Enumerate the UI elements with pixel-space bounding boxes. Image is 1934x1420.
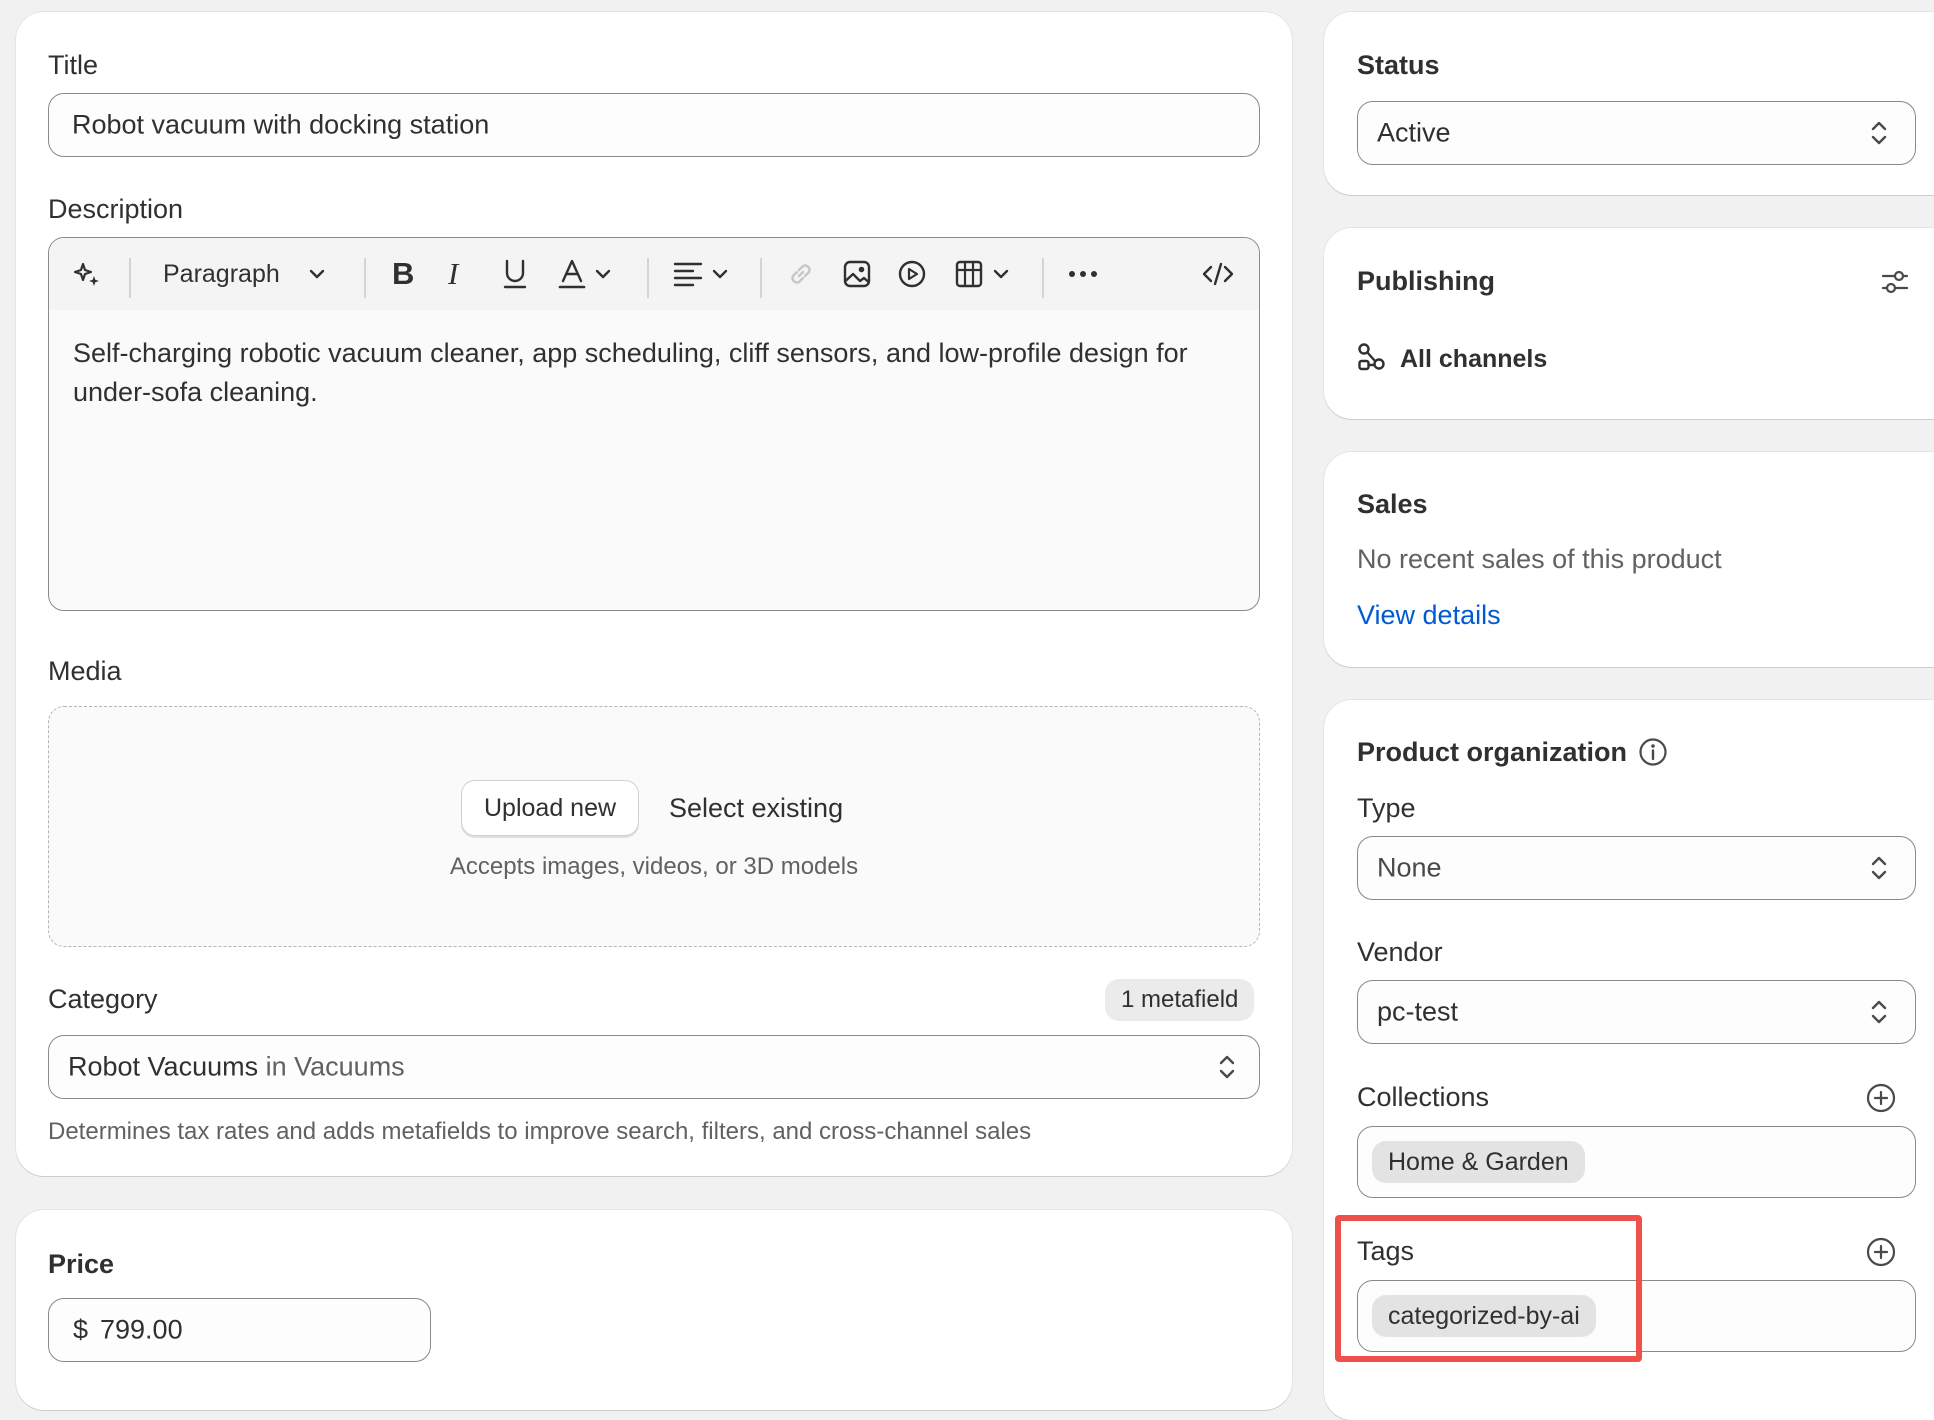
vendor-value: pc-test (1377, 996, 1459, 1027)
italic-icon[interactable]: I (448, 238, 458, 310)
price-currency: $ (73, 1314, 89, 1345)
image-icon[interactable] (842, 238, 872, 310)
channels-icon (1356, 342, 1386, 377)
paragraph-format-label: Paragraph (163, 259, 280, 288)
collections-input[interactable]: Home & Garden (1357, 1126, 1916, 1198)
toolbar-divider (647, 258, 649, 298)
publishing-settings-icon[interactable] (1879, 266, 1911, 303)
type-label: Type (1357, 793, 1416, 823)
description-editor: Paragraph B I Self-charging robotic vacu… (48, 237, 1260, 611)
collection-tag[interactable]: Home & Garden (1372, 1141, 1585, 1183)
select-existing-link[interactable]: Select existing (669, 793, 843, 824)
html-code-icon[interactable] (1201, 238, 1235, 310)
collections-label: Collections (1357, 1082, 1490, 1112)
media-dropzone[interactable]: Upload new Select existing Accepts image… (48, 706, 1260, 947)
select-chevron-icon (1871, 121, 1887, 145)
alignment-dropdown[interactable] (673, 238, 731, 310)
status-select[interactable]: Active (1357, 101, 1916, 165)
ai-generate-icon[interactable] (71, 238, 103, 310)
select-chevron-icon (1219, 1055, 1235, 1079)
view-details-link[interactable]: View details (1357, 600, 1501, 631)
title-input[interactable]: Robot vacuum with docking station (48, 93, 1260, 157)
category-select[interactable]: Robot Vacuums in Vacuums (48, 1035, 1260, 1099)
price-label: Price (48, 1249, 115, 1279)
text-color-dropdown[interactable] (558, 238, 614, 310)
add-tag-icon[interactable] (1865, 1236, 1897, 1273)
bold-icon[interactable]: B (392, 238, 414, 310)
editor-toolbar: Paragraph B I (49, 238, 1259, 310)
chevron-down-icon (993, 269, 1009, 279)
description-label: Description (48, 194, 184, 224)
add-collection-icon[interactable] (1865, 1082, 1897, 1119)
type-select[interactable]: None (1357, 836, 1916, 900)
publishing-channels: All channels (1400, 345, 1548, 373)
publishing-label: Publishing (1357, 266, 1495, 296)
tag-chip[interactable]: categorized-by-ai (1372, 1295, 1596, 1337)
align-left-icon (673, 262, 703, 287)
status-value: Active (1377, 117, 1451, 148)
paragraph-format-dropdown[interactable]: Paragraph (163, 238, 328, 310)
category-label: Category (48, 984, 158, 1014)
price-value: 799.00 (100, 1314, 183, 1345)
underline-icon[interactable] (502, 238, 528, 310)
category-name: Robot Vacuums (68, 1051, 259, 1082)
product-organization-label: Product organization (1357, 737, 1627, 767)
publishing-card (1324, 228, 1934, 419)
status-label: Status (1357, 50, 1440, 80)
vendor-label: Vendor (1357, 937, 1443, 967)
title-label: Title (48, 50, 99, 80)
toolbar-divider (129, 258, 131, 298)
tags-label: Tags (1357, 1236, 1415, 1266)
type-value: None (1377, 852, 1442, 883)
vendor-select[interactable]: pc-test (1357, 980, 1916, 1044)
category-value: Robot Vacuums in Vacuums (68, 1052, 405, 1083)
price-input[interactable]: $ 799.00 (48, 1298, 431, 1362)
media-hint: Accepts images, videos, or 3D models (449, 853, 859, 880)
select-chevron-icon (1871, 856, 1887, 880)
video-icon[interactable] (897, 238, 927, 310)
media-label: Media (48, 656, 122, 686)
toolbar-divider (760, 258, 762, 298)
table-icon (955, 260, 983, 288)
chevron-down-icon (309, 269, 324, 279)
sales-label: Sales (1357, 489, 1428, 519)
chevron-down-icon (595, 269, 611, 279)
text-color-icon (558, 259, 586, 289)
category-hint: Determines tax rates and adds metafields… (48, 1118, 1032, 1145)
upload-new-button[interactable]: Upload new (461, 780, 640, 836)
link-icon[interactable] (786, 238, 816, 310)
description-textarea[interactable]: Self-charging robotic vacuum cleaner, ap… (73, 334, 1203, 412)
chevron-down-icon (712, 269, 728, 279)
more-options-icon[interactable] (1067, 238, 1099, 310)
toolbar-divider (364, 258, 366, 298)
info-icon[interactable] (1638, 737, 1668, 772)
toolbar-divider (1042, 258, 1044, 298)
table-dropdown[interactable] (954, 238, 1012, 310)
sales-text: No recent sales of this product (1357, 544, 1722, 574)
metafield-badge[interactable]: 1 metafield (1105, 979, 1255, 1021)
category-parent: in Vacuums (265, 1051, 405, 1082)
title-input-value: Robot vacuum with docking station (72, 109, 490, 140)
select-chevron-icon (1871, 1000, 1887, 1024)
tags-input[interactable]: categorized-by-ai (1357, 1280, 1916, 1352)
